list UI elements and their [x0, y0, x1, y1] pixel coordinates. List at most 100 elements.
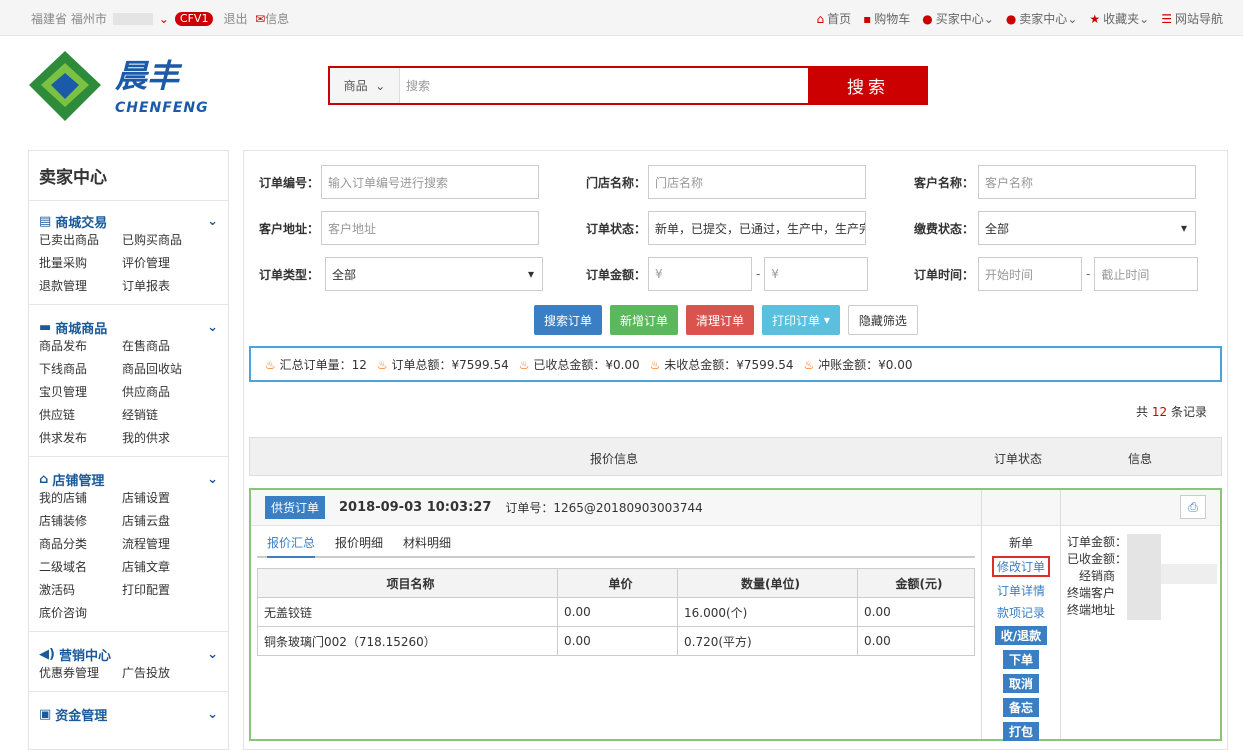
sidebar-item[interactable]: 激活码	[39, 581, 122, 598]
order-no-label: 订单编号：	[259, 175, 320, 190]
logo[interactable]: 晨丰 CHENFENG	[29, 49, 219, 124]
sidebar-group: ▣ 资金管理 ⌄	[29, 694, 228, 734]
hide-filter-button[interactable]: 隐藏筛选	[847, 305, 918, 335]
sidebar-item[interactable]: 批量采购	[39, 254, 122, 271]
logout-link[interactable]: 退出	[223, 10, 247, 27]
chevron-down-icon: ⌄	[207, 706, 218, 722]
status-select[interactable]: 新单，已提交，已通过，生产中，生产完成	[648, 211, 867, 245]
info-end-customer: 终端客户	[1067, 586, 1116, 600]
search-order-button[interactable]: 搜索订单	[534, 305, 603, 335]
sidebar-item[interactable]: 我的供求	[122, 429, 205, 446]
sidebar-item[interactable]: 我的店铺	[39, 489, 122, 506]
printer-icon[interactable]: ⎙	[1180, 495, 1206, 519]
total-amount: 订单总额：¥7599.54	[391, 357, 509, 372]
favorites-menu[interactable]: ★ 收藏夹⌄	[1089, 10, 1149, 27]
list-icon: ▤	[39, 213, 52, 229]
sidebar-group-header[interactable]: ◀) 营销中心 ⌄	[39, 634, 218, 664]
sidebar-group-header[interactable]: ▬ 商城商品 ⌄	[39, 307, 218, 337]
place-order-button[interactable]: 下单	[1002, 650, 1039, 669]
start-time-input[interactable]: 开始时间	[978, 257, 1083, 291]
quote-header: 报价信息	[590, 452, 639, 466]
record-count: 共 12 条记录	[1136, 405, 1207, 419]
sidebar-item[interactable]: 商品发布	[39, 337, 122, 354]
sidebar-item[interactable]: 宝贝管理	[39, 383, 122, 400]
fire-icon: ♨	[649, 357, 661, 372]
sidebar-item[interactable]: 店铺装修	[39, 512, 122, 529]
status-label: 订单状态：	[586, 221, 647, 236]
sidebar-item[interactable]: 供应商品	[122, 383, 205, 400]
pay-status-select[interactable]: 全部 ▾	[978, 211, 1197, 245]
cart-link[interactable]: ▪ 购物车	[863, 10, 910, 27]
search-button[interactable]: 搜索	[808, 66, 928, 105]
sidebar-item[interactable]: 经销链	[122, 406, 205, 423]
sidebar-item[interactable]: 店铺文章	[122, 558, 205, 575]
home-link[interactable]: ⌂ 首页	[816, 10, 851, 27]
amount-min-input[interactable]: ¥	[648, 257, 753, 291]
payment-record-link[interactable]: 款项记录	[997, 604, 1045, 621]
store-input[interactable]: 门店名称	[648, 165, 867, 199]
sidebar-group-header[interactable]: ⌂ 店铺管理 ⌄	[39, 459, 218, 489]
sidebar-item[interactable]: 退款管理	[39, 277, 122, 294]
sidebar-item[interactable]: 已卖出商品	[39, 231, 122, 248]
refund-button[interactable]: 收/退款	[994, 626, 1048, 645]
city[interactable]: 福州市	[71, 10, 107, 27]
address-input[interactable]: 客户地址	[321, 211, 540, 245]
info-dealer: 经销商	[1079, 569, 1116, 583]
sidebar-item[interactable]: 店铺设置	[122, 489, 205, 506]
sidebar-item[interactable]: 下线商品	[39, 360, 122, 377]
order-card: 供货订单 2018-09-03 10:03:27 订单号：1265@201809…	[249, 488, 1222, 741]
add-order-button[interactable]: 新增订单	[610, 305, 679, 335]
info-received-amount: 已收金额：	[1067, 552, 1128, 566]
site-nav-menu[interactable]: ☰ 网站导航	[1161, 10, 1223, 27]
money-icon: ▣	[39, 706, 52, 722]
search-input[interactable]: 搜索	[400, 68, 808, 103]
amount-max-input[interactable]: ¥	[764, 257, 869, 291]
sidebar-item[interactable]: 店铺云盘	[122, 512, 205, 529]
store-label: 门店名称：	[586, 175, 647, 190]
order-detail-link[interactable]: 订单详情	[997, 582, 1045, 599]
chevron-down-icon[interactable]: ⌄	[159, 12, 169, 26]
clear-order-button[interactable]: 清理订单	[686, 305, 755, 335]
type-select[interactable]: 全部 ▾	[325, 257, 544, 291]
sidebar-group-header[interactable]: ▤ 商城交易 ⌄	[39, 201, 218, 231]
tab-quote-detail[interactable]: 报价明细	[335, 534, 383, 556]
sidebar-group-title: 营销中心	[58, 648, 111, 664]
print-order-button[interactable]: 打印订单 ▾	[762, 305, 840, 335]
sidebar-item[interactable]: 在售商品	[122, 337, 205, 354]
pack-button[interactable]: 打包	[1002, 722, 1039, 741]
order-info: 订单金额： 已收金额： 经销商 终端客户 终端地址	[1067, 534, 1217, 620]
sidebar-item[interactable]: 流程管理	[122, 535, 205, 552]
order-no-input[interactable]: 输入订单编号进行搜索	[321, 165, 540, 199]
fire-icon: ♨	[265, 357, 276, 372]
customer-input[interactable]: 客户名称	[978, 165, 1197, 199]
tab-quote-summary[interactable]: 报价汇总	[267, 534, 316, 558]
sidebar-item[interactable]: 优惠券管理	[39, 664, 122, 681]
edit-order-link[interactable]: 修改订单	[991, 556, 1050, 577]
sidebar-group-header[interactable]: ▣ 资金管理 ⌄	[39, 694, 218, 724]
sidebar-item[interactable]: 商品回收站	[122, 360, 205, 377]
sidebar-item[interactable]: 订单报表	[122, 277, 205, 294]
sidebar-item[interactable]: 供求发布	[39, 429, 122, 446]
quote-table: 项目名称 单价 数量(单位) 金额(元) 无盖铰链 0.00 16.000(个) 0.…	[257, 568, 975, 656]
order-actions: 新单 修改订单 订单详情 款项记录 收/退款 下单 取消 备忘 打包	[981, 490, 1061, 741]
sidebar-item[interactable]: 打印配置	[122, 581, 205, 598]
end-time-input[interactable]: 截止时间	[1094, 257, 1199, 291]
buyer-center-menu[interactable]: ● 买家中心⌄	[922, 10, 994, 27]
sidebar-item[interactable]: 供应链	[39, 406, 122, 423]
search-category-select[interactable]: 商品 ⌄	[330, 68, 400, 103]
sidebar-item[interactable]: 已购买商品	[122, 231, 205, 248]
sidebar-item[interactable]: 二级域名	[39, 558, 122, 575]
col-item: 项目名称	[257, 568, 558, 598]
home-icon: ⌂	[39, 471, 49, 487]
tab-material-detail[interactable]: 材料明细	[403, 534, 451, 556]
cancel-button[interactable]: 取消	[1002, 674, 1039, 693]
sidebar-item[interactable]: 底价咨询	[39, 604, 122, 621]
messages-link[interactable]: 信息	[265, 10, 289, 27]
sidebar-item[interactable]: 广告投放	[122, 664, 205, 681]
amount-label: 订单金额：	[586, 267, 647, 282]
sidebar-item[interactable]: 评价管理	[122, 254, 205, 271]
memo-button[interactable]: 备忘	[1002, 698, 1039, 717]
info-end-address: 终端地址	[1067, 603, 1116, 617]
seller-center-menu[interactable]: ● 卖家中心⌄	[1006, 10, 1078, 27]
sidebar-item[interactable]: 商品分类	[39, 535, 122, 552]
